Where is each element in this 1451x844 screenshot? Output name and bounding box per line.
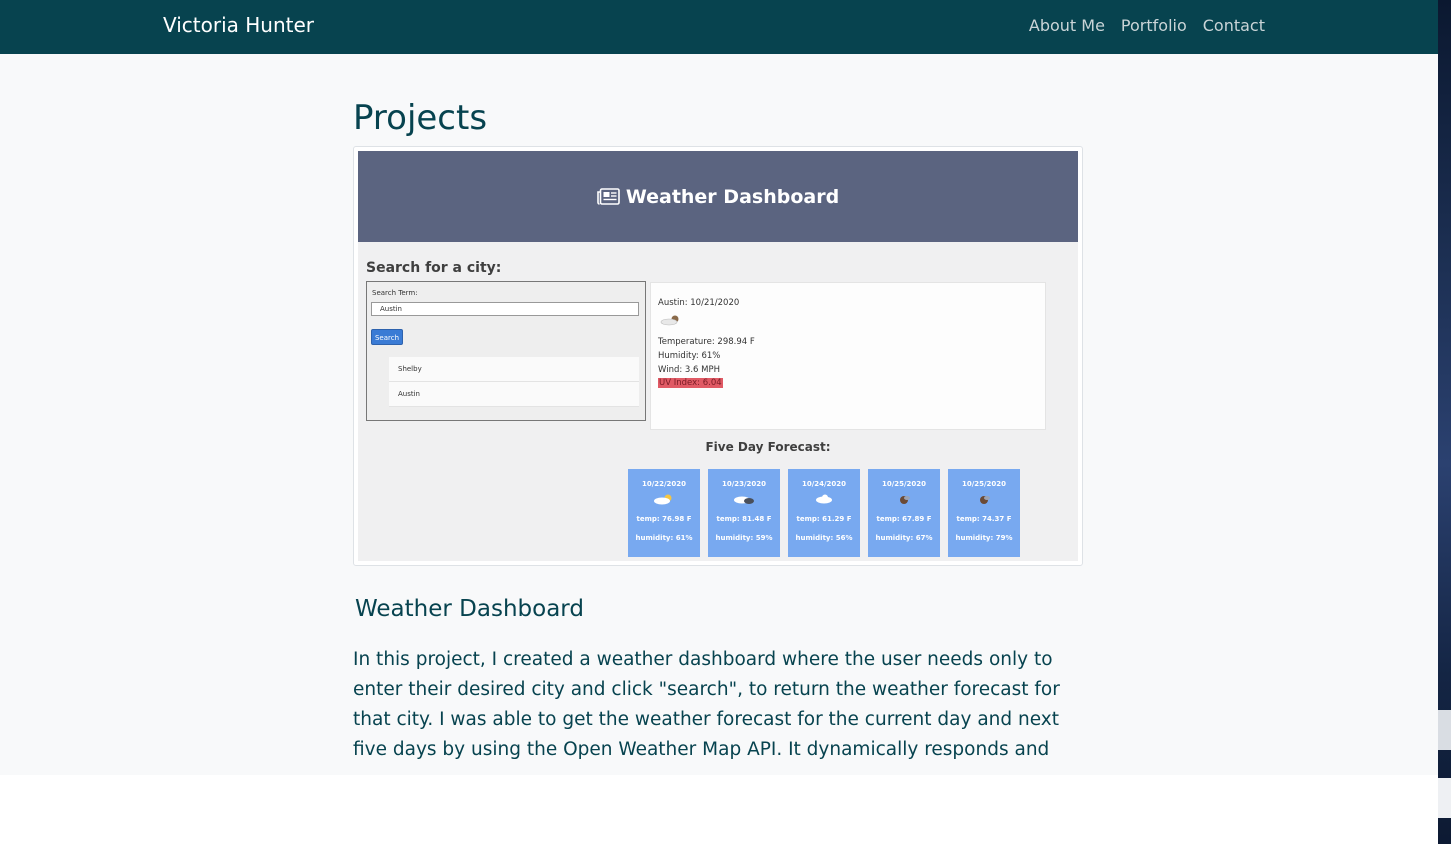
- rain-icon: [900, 496, 910, 504]
- page: Victoria Hunter About Me Portfolio Conta…: [0, 0, 1438, 775]
- cloud-icon: [816, 494, 832, 504]
- forecast-date: 10/24/2020: [801, 480, 847, 488]
- uv-index-row: UV Index: 6.04: [658, 378, 723, 388]
- forecast-humidity: humidity: 56%: [795, 534, 853, 542]
- forecast-card: 10/24/2020 temp: 61.29 F humidity: 56%: [788, 469, 860, 557]
- forecast-date: 10/22/2020: [641, 480, 687, 488]
- forecast-date: 10/25/2020: [961, 480, 1007, 488]
- project-title: Weather Dashboard: [355, 596, 584, 622]
- project-thumbnail[interactable]: Weather Dashboard Search for a city: Sea…: [353, 146, 1083, 566]
- search-term-input: Austin: [371, 302, 639, 316]
- newspaper-icon: [597, 188, 620, 205]
- forecast-temp: temp: 81.48 F: [716, 515, 772, 523]
- search-term-label: Search Term:: [372, 289, 418, 297]
- forecast-humidity: humidity: 59%: [715, 534, 773, 542]
- forecast-humidity: humidity: 79%: [955, 534, 1013, 542]
- forecast-temp: temp: 76.98 F: [636, 515, 692, 523]
- current-humidity: Humidity: 61%: [658, 351, 721, 361]
- forecast-humidity: humidity: 67%: [875, 534, 933, 542]
- search-button: Search: [371, 329, 403, 345]
- forecast-card: 10/25/2020 temp: 74.37 F humidity: 79%: [948, 469, 1020, 557]
- rain-icon: [980, 496, 990, 504]
- background-window-edge: [1438, 0, 1451, 844]
- brand-logo-text[interactable]: Victoria Hunter: [163, 13, 314, 37]
- background-window-fragment: [1438, 710, 1451, 750]
- forecast-cards: 10/22/2020 temp: 76.98 F humidity: 61% 1…: [628, 469, 1020, 557]
- forecast-card: 10/23/2020 temp: 81.48 F humidity: 59%: [708, 469, 780, 557]
- weather-dashboard-screenshot: Weather Dashboard Search for a city: Sea…: [358, 151, 1078, 561]
- forecast-date: 10/23/2020: [721, 480, 767, 488]
- forecast-card: 10/22/2020 temp: 76.98 F humidity: 61%: [628, 469, 700, 557]
- history-item: Austin: [389, 382, 639, 407]
- page-title: Projects: [353, 98, 488, 138]
- forecast-temp: temp: 74.37 F: [956, 515, 1012, 523]
- search-heading: Search for a city:: [366, 260, 502, 276]
- screenshot-header-title: Weather Dashboard: [625, 185, 840, 208]
- forecast-humidity: humidity: 61%: [635, 534, 693, 542]
- uv-index-badge: UV Index: 6.04: [658, 378, 723, 388]
- nav-links: About Me Portfolio Contact: [1029, 16, 1265, 35]
- current-temperature: Temperature: 298.94 F: [658, 337, 755, 347]
- forecast-heading: Five Day Forecast:: [705, 440, 831, 454]
- background-window-fragment: [1438, 778, 1451, 818]
- project-description: In this project, I created a weather das…: [353, 649, 1060, 760]
- current-weather-icon: [660, 315, 679, 326]
- history-item: Shelby: [389, 357, 639, 382]
- screenshot-header: Weather Dashboard: [358, 151, 1078, 242]
- current-weather-panel: Austin: 10/21/2020 Temperature: 298.94 F…: [650, 282, 1046, 430]
- current-city-date: Austin: 10/21/2020: [658, 298, 740, 308]
- nav-contact[interactable]: Contact: [1203, 16, 1265, 35]
- nav-portfolio[interactable]: Portfolio: [1121, 16, 1187, 35]
- forecast-temp: temp: 61.29 F: [796, 515, 852, 523]
- navbar: Victoria Hunter About Me Portfolio Conta…: [0, 0, 1438, 54]
- sun-cloud-icon: [654, 494, 672, 505]
- current-wind: Wind: 3.6 MPH: [658, 365, 720, 375]
- forecast-temp: temp: 67.89 F: [876, 515, 932, 523]
- search-panel: Search Term: Austin Search Shelby Austin: [366, 281, 646, 421]
- dark-cloud-icon: [734, 496, 754, 504]
- forecast-card: 10/25/2020 temp: 67.89 F humidity: 67%: [868, 469, 940, 557]
- search-history-list: Shelby Austin: [389, 357, 639, 407]
- forecast-date: 10/25/2020: [881, 480, 927, 488]
- nav-about-me[interactable]: About Me: [1029, 16, 1105, 35]
